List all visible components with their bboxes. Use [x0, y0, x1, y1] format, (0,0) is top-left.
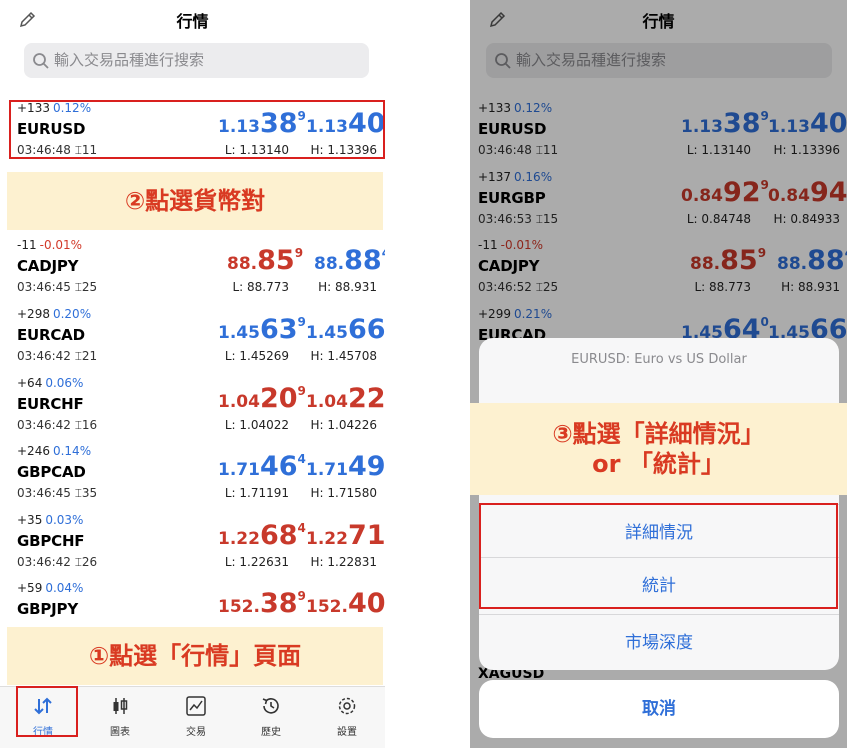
- quote-change: +59 0.04%: [17, 581, 84, 595]
- tab-settings[interactable]: 設置: [317, 687, 377, 748]
- high-value: H: 1.22831: [310, 555, 377, 569]
- high-value: H: 88.931: [318, 280, 377, 294]
- quote-symbol: GBPCHF: [17, 532, 85, 550]
- quote-symbol: EURCAD: [17, 326, 85, 344]
- quote-change: +64 0.06%: [17, 376, 84, 390]
- quote-time: 03:46:42 ⌶21: [17, 349, 98, 363]
- search-placeholder: 輸入交易品種進行搜索: [54, 51, 205, 69]
- high-value: H: 1.45708: [310, 349, 377, 363]
- ask-price: 88.884: [314, 245, 385, 276]
- bid-price: 88.859: [227, 245, 304, 276]
- settings-icon: [338, 697, 356, 715]
- highlight-box-tab: [16, 686, 78, 737]
- ask-price: 1.04225: [306, 383, 385, 414]
- bid-price: 1.71464: [218, 451, 306, 482]
- ask-price: 152.407: [306, 588, 385, 619]
- quote-row-gbpcad[interactable]: +246 0.14% GBPCAD 03:46:45 ⌶35 1.71464 1.…: [0, 442, 385, 511]
- quote-row-gbpchf[interactable]: +35 0.03% GBPCHF 03:46:42 ⌶26 1.22684 1.2…: [0, 511, 385, 580]
- bid-price: 152.389: [218, 588, 306, 619]
- low-value: L: 1.45269: [224, 349, 289, 363]
- callout-step1: ①點選「行情」頁面: [7, 627, 383, 685]
- quote-time: 03:46:42 ⌶16: [17, 418, 98, 432]
- quote-row-eurcad[interactable]: +298 0.20% EURCAD 03:46:42 ⌶21 1.45639 1.…: [0, 305, 385, 374]
- tab-chart[interactable]: 圖表: [90, 687, 150, 748]
- high-value: H: 1.04226: [310, 418, 377, 432]
- ask-price: 1.45660: [306, 314, 385, 345]
- callout-step3-line1: ③點選「詳細情況」: [552, 420, 765, 448]
- bid-price: 1.45639: [218, 314, 306, 345]
- quote-symbol: EURCHF: [17, 395, 84, 413]
- quote-row-eurchf[interactable]: +64 0.06% EURCHF 03:46:42 ⌶16 1.04209 1.0…: [0, 374, 385, 443]
- low-value: L: 1.71191: [224, 486, 289, 500]
- low-value: L: 1.04022: [224, 418, 289, 432]
- ask-price: 1.22710: [306, 520, 385, 551]
- tab-label: 設置: [337, 727, 357, 738]
- callout-step2: ②點選貨幣對: [7, 172, 383, 230]
- trade-icon: [186, 696, 206, 716]
- right-screen: 行情 輸入交易品種進行搜索 +133 0.12% EURUSD 03:46:48 …: [470, 0, 847, 748]
- quote-change: +298 0.20%: [17, 307, 92, 321]
- low-value: L: 1.22631: [224, 555, 289, 569]
- low-value: L: 88.773: [232, 280, 289, 294]
- tab-label: 交易: [186, 727, 206, 738]
- highlight-box-row: [9, 100, 385, 159]
- search-input[interactable]: 輸入交易品種進行搜索: [24, 43, 369, 78]
- quote-row-cadjpy[interactable]: -11 -0.01% CADJPY 03:46:45 ⌶25 88.859 88.…: [0, 236, 385, 305]
- action-sheet-title: EURUSD: Euro vs US Dollar: [571, 352, 747, 367]
- quote-change: -11 -0.01%: [17, 238, 83, 252]
- quote-symbol: GBPCAD: [17, 463, 86, 481]
- page-title: 行情: [176, 12, 209, 31]
- quote-time: 03:46:45 ⌶35: [17, 486, 98, 500]
- quote-change: +246 0.14%: [17, 444, 92, 458]
- quote-change: +35 0.03%: [17, 513, 84, 527]
- cancel-button[interactable]: 取消: [479, 680, 839, 738]
- header: 行情: [0, 0, 385, 40]
- quote-symbol: GBPJPY: [17, 600, 78, 618]
- search-icon: [33, 53, 49, 69]
- highlight-box-options: [479, 503, 838, 609]
- high-value: H: 1.71580: [310, 486, 377, 500]
- tab-history[interactable]: 歷史: [241, 687, 301, 748]
- callout-step3-line2: or 「統計」: [592, 450, 725, 478]
- quote-time: 03:46:45 ⌶25: [17, 280, 98, 294]
- bid-price: 1.22684: [218, 520, 306, 551]
- tab-label: 歷史: [261, 727, 281, 738]
- chart-icon: [113, 698, 128, 714]
- quote-time: 03:46:42 ⌶26: [17, 555, 98, 569]
- tab-label: 圖表: [110, 727, 130, 738]
- quote-symbol: CADJPY: [17, 257, 79, 275]
- market-depth-button[interactable]: 市場深度: [479, 614, 839, 671]
- left-screen: 行情 輸入交易品種進行搜索 +133 0.12% EURUSD 03:46:48 …: [0, 0, 385, 748]
- tab-trade[interactable]: 交易: [166, 687, 226, 748]
- callout-step3: ③點選「詳細情況」 or 「統計」: [470, 403, 847, 495]
- ask-price: 1.71499: [306, 451, 385, 482]
- history-icon: [262, 698, 279, 714]
- bid-price: 1.04209: [218, 383, 306, 414]
